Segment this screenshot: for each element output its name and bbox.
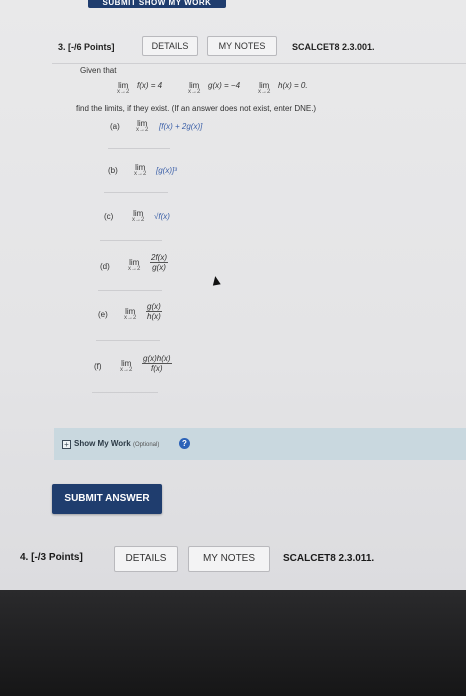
part-d-label: (d)	[100, 262, 110, 271]
submit-show-work-button[interactable]: SUBMIT SHOW MY WORK	[88, 0, 226, 8]
part-f-answer-input[interactable]	[92, 392, 158, 393]
show-my-work-label[interactable]: Show My Work (Optional)	[74, 439, 159, 448]
part-f-limit: lim x→2	[120, 359, 132, 373]
part-b-answer-input[interactable]	[104, 192, 168, 193]
condition-g-expr: g(x) = −4	[208, 81, 241, 90]
part-c-label: (c)	[104, 212, 114, 221]
question-4-code: SCALCET8 2.3.011.	[283, 553, 375, 564]
fraction-numerator: g(x)	[146, 302, 162, 312]
details-button[interactable]: DETAILS	[142, 36, 198, 56]
question-4-header: 4. [-/3 Points] DETAILS MY NOTES SCALCET…	[0, 540, 466, 580]
lim-subscript: x→2	[120, 367, 133, 373]
dark-background-area	[0, 590, 466, 696]
fraction-denominator: g(x)	[152, 263, 166, 272]
given-text: Given that	[80, 66, 117, 75]
details-button[interactable]: DETAILS	[114, 546, 178, 572]
part-b-expr: [g(x)]³	[156, 166, 177, 175]
part-a-answer-input[interactable]	[108, 148, 170, 149]
lim-subscript: x→2	[124, 315, 137, 321]
part-e-answer-input[interactable]	[96, 340, 160, 341]
part-d-limit: lim x→2	[128, 258, 140, 272]
mouse-cursor-icon	[211, 275, 221, 286]
part-e-label: (e)	[98, 310, 108, 319]
show-my-work-text: Show My Work	[74, 439, 131, 448]
question-3-number: 3. [-/6 Points]	[58, 42, 115, 52]
part-c-expr: √f(x)	[154, 212, 170, 221]
my-notes-button[interactable]: MY NOTES	[188, 546, 270, 572]
part-b-limit: lim x→2	[134, 163, 146, 177]
part-d-answer-input[interactable]	[98, 290, 162, 291]
part-b-label: (b)	[108, 166, 118, 175]
part-c-limit: lim x→2	[132, 209, 144, 223]
expand-plus-icon[interactable]: +	[62, 440, 71, 449]
lim-subscript: x→2	[134, 171, 147, 177]
lim-subscript: x→2	[128, 266, 141, 272]
fraction-numerator: g(x)h(x)	[142, 354, 172, 364]
help-icon[interactable]: ?	[179, 438, 190, 449]
submit-answer-button[interactable]: SUBMIT ANSWER	[52, 484, 162, 514]
fraction-denominator: f(x)	[151, 364, 163, 373]
part-a-expr: [f(x) + 2g(x)]	[159, 122, 203, 131]
question-3-code: SCALCET8 2.3.001.	[292, 42, 375, 52]
lim-subscript: x→2	[136, 127, 149, 133]
header-divider	[52, 63, 466, 64]
optional-text: (Optional)	[132, 442, 160, 448]
question-3-header: 3. [-/6 Points] DETAILS MY NOTES SCALCET…	[0, 32, 466, 60]
instruction-text: find the limits, if they exist. (If an a…	[76, 104, 317, 113]
condition-h-limit: lim x→2	[258, 81, 270, 95]
condition-g-limit: lim x→2	[188, 81, 200, 95]
lim-subscript: x→2	[132, 217, 145, 223]
condition-f-limit: lim x→2	[117, 81, 129, 95]
condition-f-expr: f(x) = 4	[137, 81, 163, 90]
assignment-page: SUBMIT SHOW MY WORK 3. [-/6 Points] DETA…	[0, 0, 466, 590]
condition-h-expr: h(x) = 0.	[278, 81, 308, 90]
fraction-denominator: h(x)	[147, 312, 161, 321]
part-f-fraction: g(x)h(x) f(x)	[142, 354, 172, 373]
part-a-label: (a)	[110, 122, 120, 131]
part-e-limit: lim x→2	[124, 307, 136, 321]
part-f-label: (f)	[94, 362, 102, 371]
lim-subscript: x→2	[258, 89, 271, 95]
fraction-numerator: 2f(x)	[150, 253, 168, 263]
part-d-fraction: 2f(x) g(x)	[150, 253, 168, 272]
part-a-limit: lim x→2	[136, 119, 148, 133]
show-my-work-panel[interactable]: + Show My Work (Optional) ?	[54, 428, 466, 460]
part-e-fraction: g(x) h(x)	[146, 302, 162, 321]
part-c-answer-input[interactable]	[100, 240, 162, 241]
lim-subscript: x→2	[188, 89, 201, 95]
my-notes-button[interactable]: MY NOTES	[207, 36, 277, 56]
question-4-number: 4. [-/3 Points]	[20, 552, 83, 563]
lim-subscript: x→2	[117, 89, 130, 95]
